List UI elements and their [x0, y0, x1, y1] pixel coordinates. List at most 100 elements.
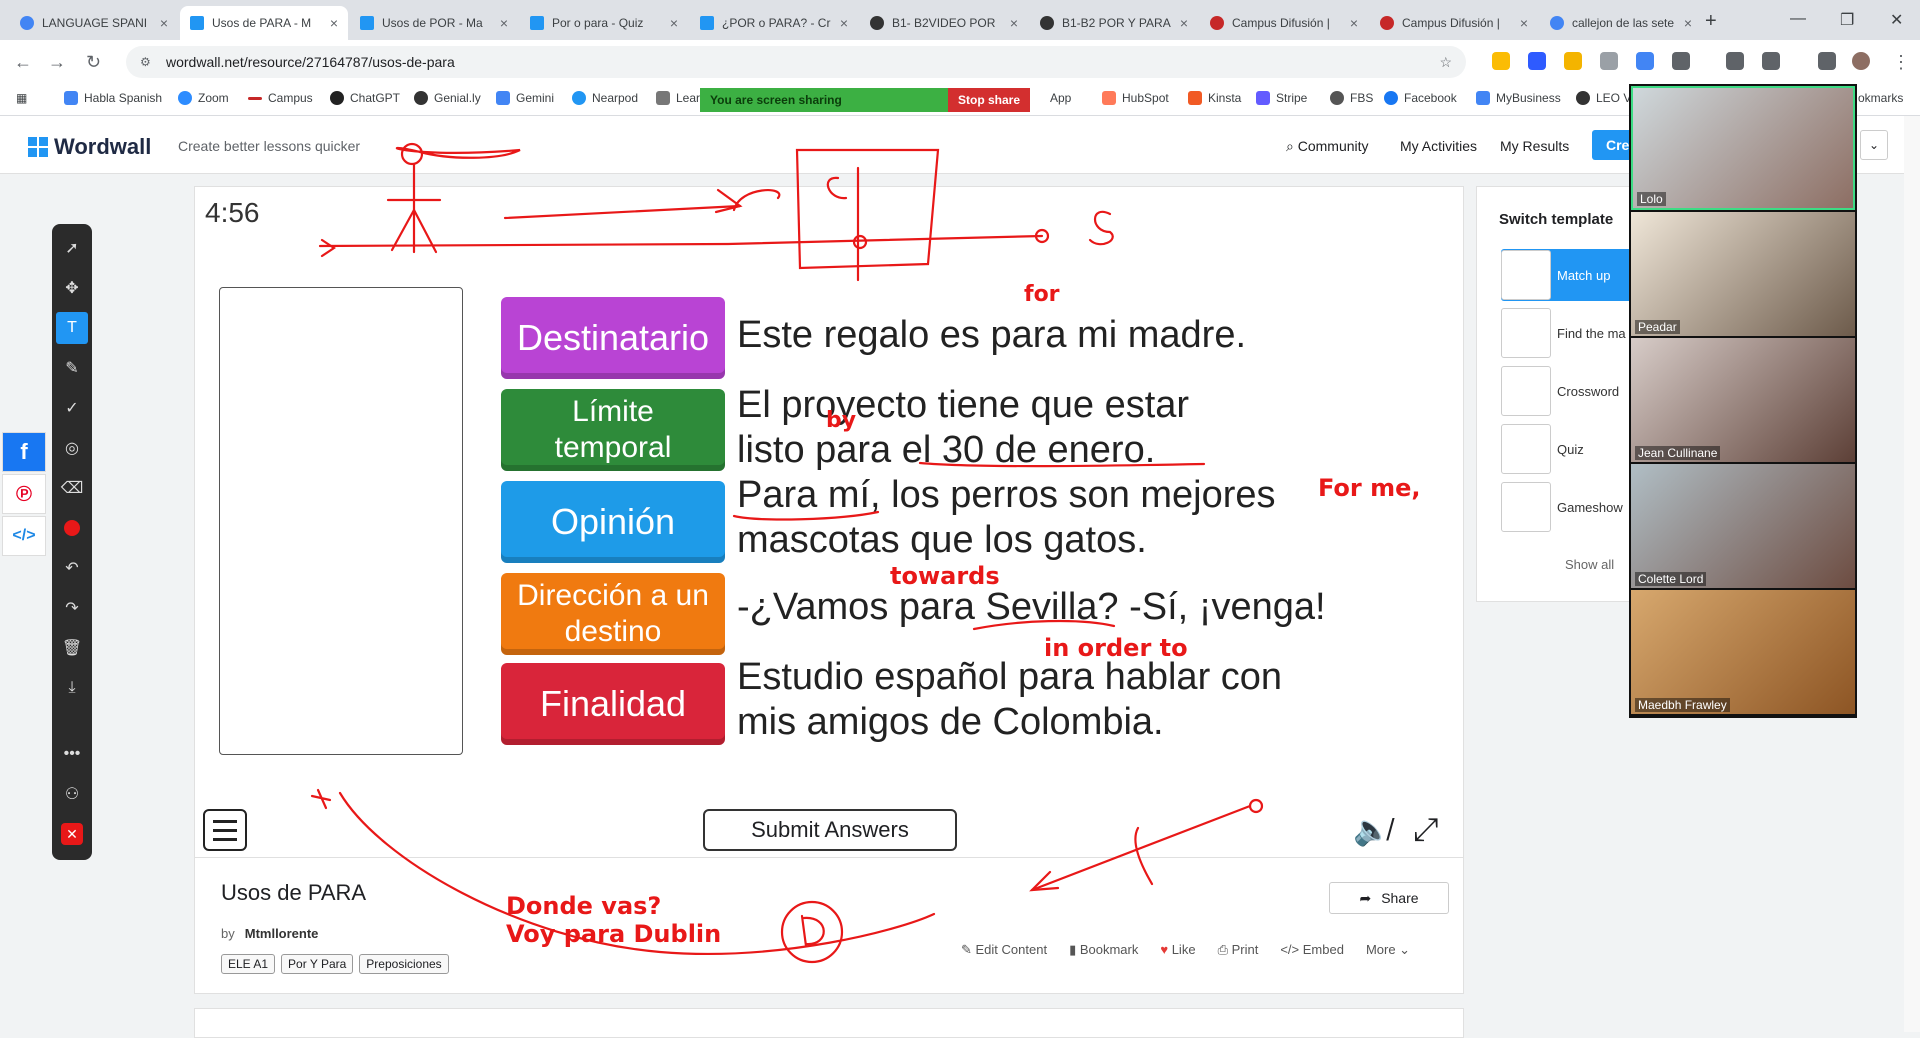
wordwall-logo[interactable]: Wordwall — [28, 134, 151, 160]
forward-icon[interactable]: → — [48, 52, 66, 73]
close-icon[interactable]: × — [500, 15, 508, 31]
create-button[interactable]: Cre — [1592, 130, 1632, 160]
category-tile-opinion[interactable]: Opinión — [501, 481, 725, 563]
browser-tab[interactable]: Campus Difusión | × — [1370, 6, 1538, 40]
bookmark-item[interactable]: Genial.ly — [414, 91, 481, 105]
page-scrollbar[interactable] — [1904, 116, 1920, 1032]
tag[interactable]: Por Y Para — [281, 954, 354, 974]
video-tile[interactable]: Peadar — [1631, 212, 1855, 336]
browser-tab[interactable]: callejon de las sete × — [1540, 6, 1702, 40]
author-link[interactable]: Mtmllorente — [245, 926, 319, 941]
video-tile[interactable]: Jean Cullinane — [1631, 338, 1855, 462]
puzzle-icon[interactable] — [1672, 52, 1690, 70]
close-icon[interactable]: × — [330, 15, 338, 31]
browser-tab[interactable]: ¿POR o PARA? - Cr × — [690, 6, 858, 40]
user-settings-icon[interactable]: ⚇ — [52, 778, 92, 810]
pen-tool-icon[interactable]: ✎ — [52, 352, 92, 384]
fullscreen-icon[interactable]: ⤢ — [1413, 811, 1439, 849]
show-all-link[interactable]: Show all — [1565, 557, 1614, 572]
reload-icon[interactable]: ↻ — [86, 52, 101, 73]
template-gameshow[interactable]: Gameshow — [1501, 481, 1641, 533]
trash-icon[interactable] — [1726, 52, 1744, 70]
stop-share-button[interactable]: Stop share — [947, 88, 1030, 112]
star-icon[interactable]: ☆ — [1439, 54, 1452, 71]
color-red-icon[interactable] — [52, 512, 92, 544]
tag[interactable]: ELE A1 — [221, 954, 276, 974]
nav-my-activities[interactable]: My Activities — [1400, 138, 1477, 154]
screen-icon[interactable] — [1762, 52, 1780, 70]
close-toolbar-icon[interactable]: ✕ — [52, 818, 92, 850]
video-tile[interactable]: Colette Lord — [1631, 464, 1855, 588]
share-button[interactable]: ➦ Share — [1329, 882, 1449, 914]
edit-content-link[interactable]: ✎ Edit Content — [961, 942, 1047, 958]
bookmark-item[interactable]: Gemini — [496, 91, 554, 105]
new-tab-icon[interactable]: + — [1705, 10, 1717, 33]
check-tool-icon[interactable]: ✓ — [52, 392, 92, 424]
browser-tab-active[interactable]: Usos de PARA - M × — [180, 6, 348, 40]
template-match-up[interactable]: Match up — [1501, 249, 1641, 301]
tag[interactable]: Preposiciones — [359, 954, 449, 974]
nav-community[interactable]: ⌕ Community — [1286, 138, 1369, 155]
pinterest-icon[interactable]: ℗ — [2, 474, 46, 514]
code-icon[interactable] — [1600, 52, 1618, 70]
window-close-icon[interactable]: ✕ — [1890, 10, 1903, 30]
close-icon[interactable]: × — [1684, 15, 1692, 31]
bookmark-item[interactable]: HubSpot — [1102, 91, 1169, 105]
minimize-icon[interactable]: — — [1790, 10, 1806, 28]
extension-icon[interactable] — [1636, 52, 1654, 70]
nav-my-results[interactable]: My Results — [1500, 138, 1569, 154]
browser-tab[interactable]: Usos de POR - Ma × — [350, 6, 518, 40]
download-icon[interactable]: ⤓ — [52, 672, 92, 704]
select-tool-icon[interactable]: ➚ — [52, 232, 92, 264]
bookmark-item[interactable]: App — [1050, 91, 1071, 105]
chevron-down-icon[interactable]: ⌄ — [1860, 130, 1888, 160]
undo-icon[interactable]: ↶ — [52, 552, 92, 584]
spotlight-tool-icon[interactable]: ◎ — [52, 432, 92, 464]
category-tile-destinatario[interactable]: Destinatario — [501, 297, 725, 379]
bookmark-item[interactable]: Stripe — [1256, 91, 1307, 105]
video-tile[interactable]: Maedbh Frawley — [1631, 590, 1855, 714]
embed-link[interactable]: </> Embed — [1280, 942, 1344, 958]
drive-icon[interactable] — [1492, 52, 1510, 70]
bookmark-link[interactable]: ▮ Bookmark — [1069, 942, 1138, 958]
bookmark-item[interactable]: MyBusiness — [1476, 91, 1561, 105]
browser-tab[interactable]: B1- B2VIDEO POR × — [860, 6, 1028, 40]
answer-drop-zone[interactable] — [219, 287, 463, 755]
category-tile-finalidad[interactable]: Finalidad — [501, 663, 725, 745]
close-icon[interactable]: × — [1180, 15, 1188, 31]
bookmark-item[interactable]: LEO V — [1576, 91, 1631, 105]
browser-tab[interactable]: Campus Difusión | × — [1200, 6, 1368, 40]
extension-icon[interactable] — [1528, 52, 1546, 70]
bookmark-item[interactable]: Zoom — [178, 91, 229, 105]
bookmark-item[interactable]: ChatGPT — [330, 91, 400, 105]
template-crossword[interactable]: Crossword — [1501, 365, 1641, 417]
extension-icon[interactable] — [1564, 52, 1582, 70]
bookmark-item[interactable]: Facebook — [1384, 91, 1457, 105]
back-icon[interactable]: ← — [14, 52, 32, 73]
category-tile-limite-temporal[interactable]: Límite temporal — [501, 389, 725, 471]
template-find-the-match[interactable]: Find the ma — [1501, 307, 1641, 359]
bookmark-item[interactable]: FBS — [1330, 91, 1373, 105]
game-menu-icon[interactable] — [203, 809, 247, 851]
browser-tab[interactable]: B1-B2 POR Y PARA × — [1030, 6, 1198, 40]
restore-icon[interactable]: ❐ — [1840, 10, 1854, 30]
profile-avatar[interactable] — [1852, 52, 1870, 70]
facebook-icon[interactable]: f — [2, 432, 46, 472]
submit-answers-button[interactable]: Submit Answers — [703, 809, 957, 851]
like-link[interactable]: ♥ Like — [1160, 942, 1195, 958]
mute-icon[interactable]: 🔈̸ — [1353, 813, 1390, 848]
close-icon[interactable]: × — [1010, 15, 1018, 31]
bookmark-item[interactable]: Nearpod — [572, 91, 638, 105]
move-tool-icon[interactable]: ✥ — [52, 272, 92, 304]
all-bookmarks[interactable]: okmarks — [1858, 91, 1903, 105]
apps-icon[interactable]: ▦ — [16, 91, 27, 105]
redo-icon[interactable]: ↷ — [52, 592, 92, 624]
bookmark-item[interactable]: Kinsta — [1188, 91, 1241, 105]
media-icon[interactable] — [1818, 52, 1836, 70]
bookmark-item[interactable]: Habla Spanish — [64, 91, 162, 105]
close-icon[interactable]: × — [160, 15, 168, 31]
embed-icon[interactable]: </> — [2, 516, 46, 556]
url-field[interactable]: ⚙ wordwall.net/resource/27164787/usos-de-… — [126, 46, 1466, 78]
video-tile[interactable]: Lolo — [1631, 86, 1855, 210]
more-icon[interactable]: ••• — [52, 738, 92, 770]
